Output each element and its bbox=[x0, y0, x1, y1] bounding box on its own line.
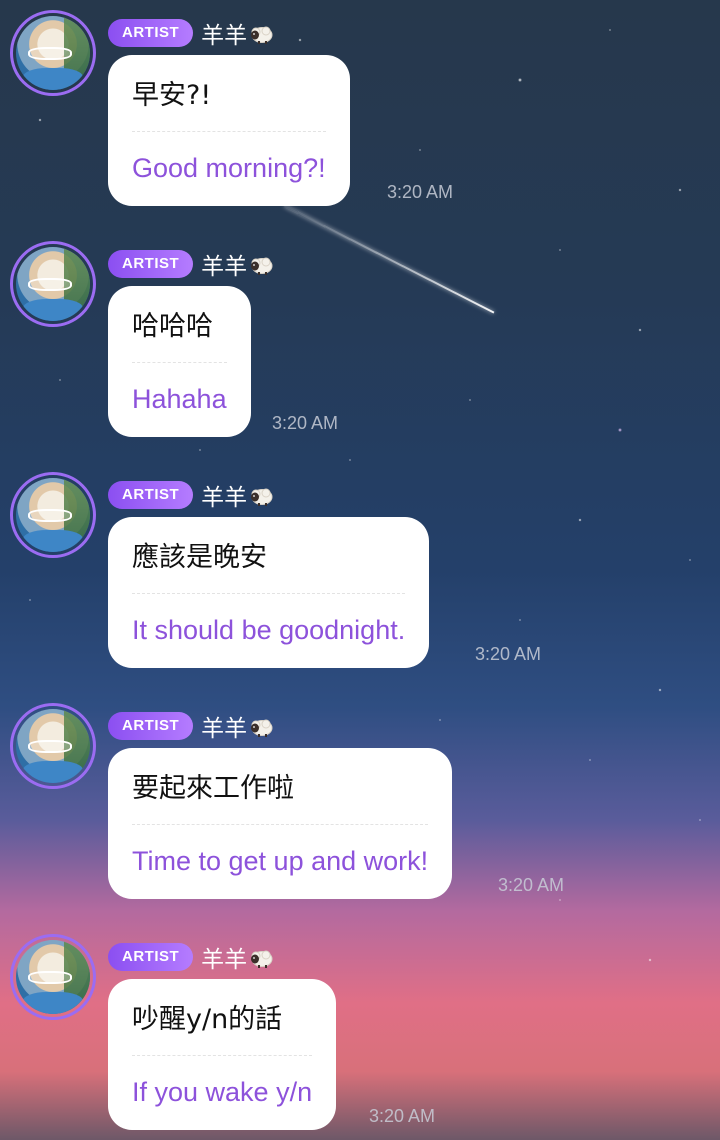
shooting-star bbox=[284, 205, 495, 314]
original-text: 吵醒y/n的話 bbox=[132, 979, 313, 1056]
message-time: 3:20 AM bbox=[369, 1106, 436, 1126]
message-bubble[interactable]: 早安?! Good morning?! bbox=[108, 55, 350, 206]
sheep-icon bbox=[251, 488, 273, 506]
artist-badge: ARTIST bbox=[108, 943, 194, 971]
sheep-icon bbox=[251, 257, 273, 275]
message-bubble[interactable]: 應該是晚安 It should be goodnight. bbox=[108, 517, 430, 668]
sheep-icon bbox=[251, 950, 273, 968]
message-bubble[interactable]: 哈哈哈 Hahaha bbox=[108, 286, 251, 437]
original-text: 早安?! bbox=[132, 55, 326, 132]
artist-badge: ARTIST bbox=[108, 250, 194, 278]
artist-badge: ARTIST bbox=[108, 712, 194, 740]
message-bubble[interactable]: 要起來工作啦 Time to get up and work! bbox=[108, 748, 453, 899]
original-text: 哈哈哈 bbox=[132, 286, 227, 363]
artist-avatar[interactable] bbox=[10, 241, 96, 327]
avatar-photo bbox=[16, 940, 90, 1014]
original-text: 要起來工作啦 bbox=[132, 748, 429, 825]
translated-text: Hahaha bbox=[132, 384, 227, 414]
translated-text: It should be goodnight. bbox=[132, 615, 406, 645]
translated-text: Time to get up and work! bbox=[132, 846, 429, 876]
sender-name: 羊羊 bbox=[201, 254, 248, 280]
sender-name: 羊羊 bbox=[201, 947, 248, 973]
artist-avatar[interactable] bbox=[10, 703, 96, 789]
sender-name: 羊羊 bbox=[201, 485, 248, 511]
artist-badge: ARTIST bbox=[108, 19, 194, 47]
sender-row: ARTIST 羊羊 bbox=[108, 247, 273, 281]
translated-text: Good morning?! bbox=[132, 153, 326, 183]
avatar-photo bbox=[16, 247, 90, 321]
artist-badge: ARTIST bbox=[108, 481, 194, 509]
original-text: 應該是晚安 bbox=[132, 517, 406, 594]
avatar-photo bbox=[16, 16, 90, 90]
sender-row: ARTIST 羊羊 bbox=[108, 709, 273, 743]
artist-avatar[interactable] bbox=[10, 472, 96, 558]
sender-row: ARTIST 羊羊 bbox=[108, 16, 273, 50]
message-bubble[interactable]: 吵醒y/n的話 If you wake y/n bbox=[108, 979, 337, 1130]
artist-avatar[interactable] bbox=[10, 10, 96, 96]
sheep-icon bbox=[251, 26, 273, 44]
sheep-icon bbox=[251, 719, 273, 737]
artist-avatar[interactable] bbox=[10, 934, 96, 1020]
message-time: 3:20 AM bbox=[387, 182, 454, 202]
message-time: 3:20 AM bbox=[475, 644, 542, 664]
sender-name: 羊羊 bbox=[201, 23, 248, 49]
message-time: 3:20 AM bbox=[498, 875, 565, 895]
sender-name: 羊羊 bbox=[201, 716, 248, 742]
sender-row: ARTIST 羊羊 bbox=[108, 478, 273, 512]
translated-text: If you wake y/n bbox=[132, 1077, 313, 1107]
message-time: 3:20 AM bbox=[272, 413, 339, 433]
avatar-photo bbox=[16, 478, 90, 552]
sender-row: ARTIST 羊羊 bbox=[108, 940, 273, 974]
avatar-photo bbox=[16, 709, 90, 783]
